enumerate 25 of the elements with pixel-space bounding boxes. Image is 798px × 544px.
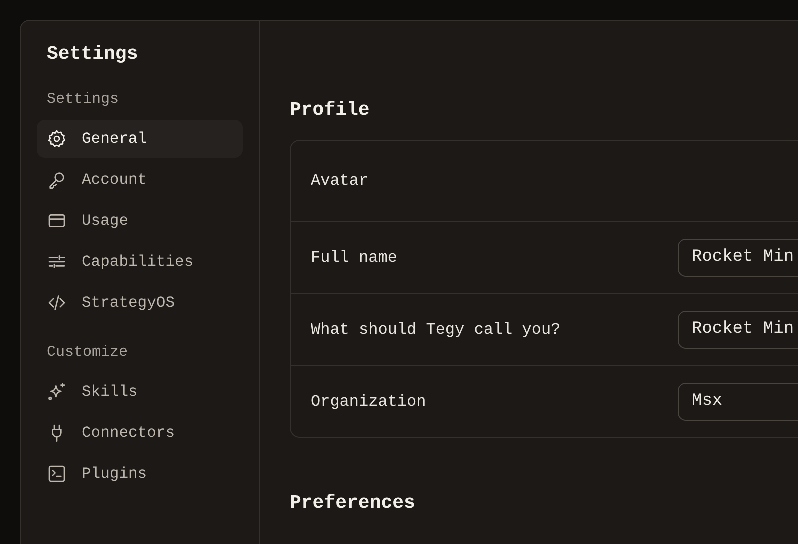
key-icon — [47, 170, 67, 190]
sidebar-title: Settings — [47, 43, 140, 65]
sidebar-item[interactable]: Skills — [37, 373, 243, 411]
text-field[interactable]: Msx — [678, 382, 798, 420]
sidebar-item[interactable]: Plugins — [37, 455, 243, 493]
sidebar-item[interactable]: StrategyOS — [37, 284, 243, 322]
section-heading: Settings — [47, 91, 120, 108]
sidebar-item[interactable]: Usage — [37, 202, 243, 240]
text-field[interactable]: Rocket Min — [678, 310, 798, 348]
terminal-icon — [47, 464, 67, 484]
gear-icon — [47, 129, 67, 149]
section-title: Profile — [290, 99, 371, 121]
text-field[interactable]: Rocket Min — [678, 238, 798, 276]
field-label: Avatar — [311, 172, 370, 190]
sidebar-item[interactable]: General — [37, 120, 243, 158]
sidebar-item[interactable]: Capabilities — [37, 243, 243, 281]
field-label: Organization — [311, 392, 428, 410]
code-icon — [47, 293, 67, 313]
sidebar-item[interactable]: Connectors — [37, 414, 243, 452]
field-label: What should Tegy call you? — [311, 320, 562, 338]
section-title: Preferences — [290, 492, 416, 514]
section-heading: Customize — [47, 344, 130, 361]
sidebar-item[interactable]: Account — [37, 161, 243, 199]
sparkle-icon — [47, 382, 67, 402]
field-label: Full name — [311, 248, 398, 266]
